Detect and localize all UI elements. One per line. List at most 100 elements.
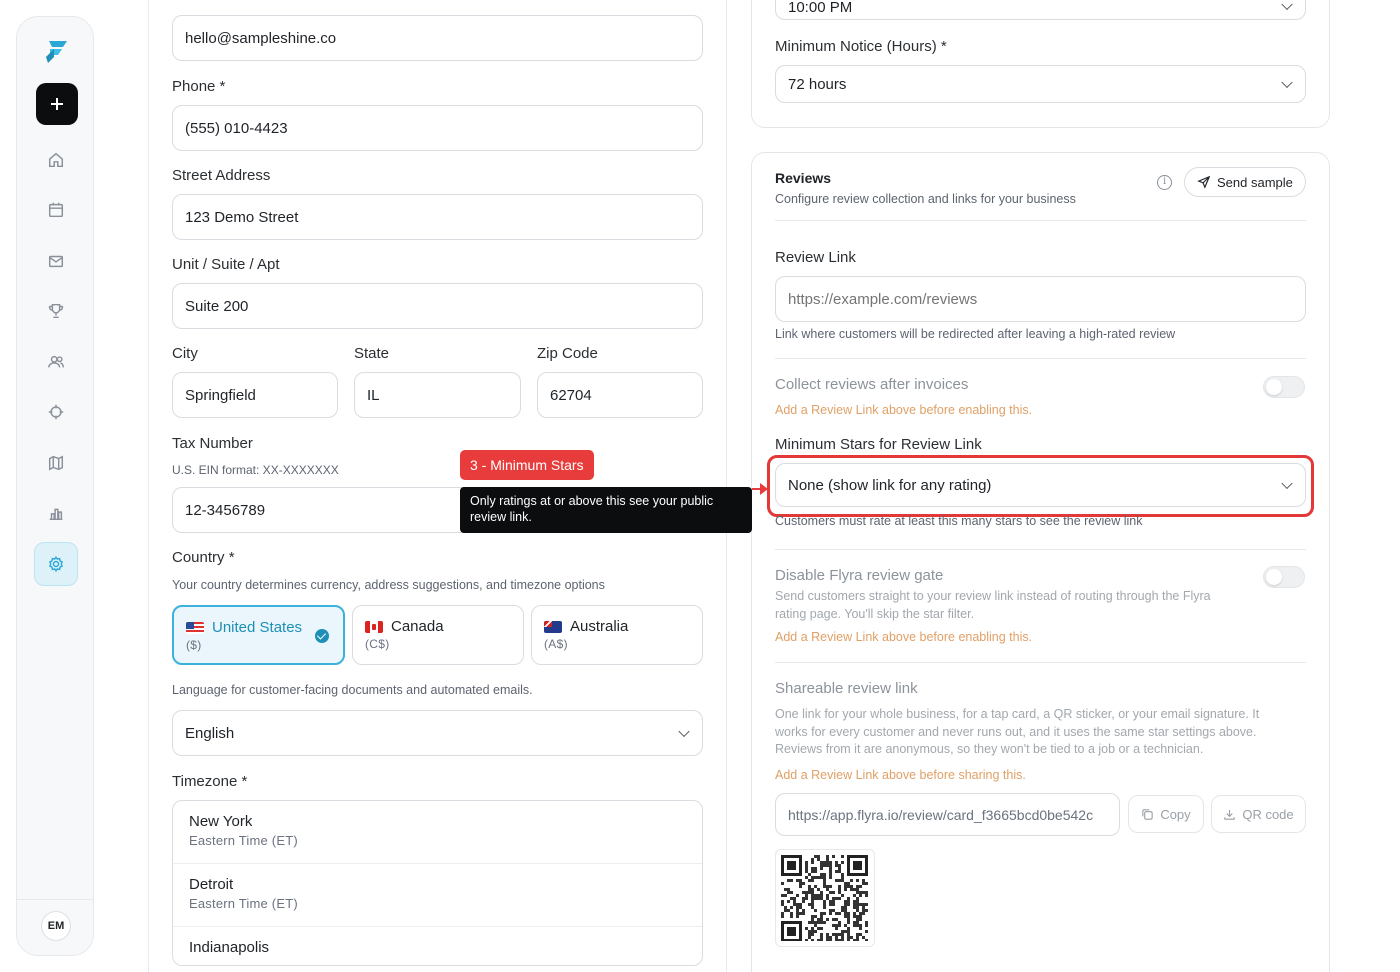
street-field[interactable]: 123 Demo Street — [172, 194, 703, 240]
crosshair-icon — [48, 404, 64, 420]
phone-field[interactable]: (555) 010-4423 — [172, 105, 703, 151]
shareable-link-label: Shareable review link — [775, 680, 918, 697]
min-stars-label: Minimum Stars for Review Link — [775, 436, 982, 453]
divider — [775, 549, 1306, 550]
country-name: United States — [212, 619, 303, 636]
disable-gate-label: Disable Flyra review gate — [775, 567, 944, 584]
collect-reviews-label: Collect reviews after invoices — [775, 376, 969, 393]
send-sample-button[interactable]: Send sample — [1184, 167, 1306, 197]
download-icon — [1224, 809, 1236, 820]
country-option-canada[interactable]: Canada (C$) — [352, 605, 524, 665]
divider — [775, 358, 1306, 359]
qr-code-label: QR code — [1242, 806, 1294, 822]
nav-target[interactable] — [37, 393, 75, 431]
min-stars-hint: Customers must rate at least this many s… — [775, 514, 1143, 528]
tooltip: Only ratings at or above this see your p… — [460, 487, 752, 533]
nav-map[interactable] — [37, 444, 75, 482]
reviews-title: Reviews — [775, 170, 832, 186]
chevron-down-icon — [1281, 0, 1293, 10]
sidebar-divider — [17, 899, 93, 900]
disable-gate-warning: Add a Review Link above before enabling … — [775, 630, 1033, 644]
nav-settings[interactable] — [34, 542, 78, 586]
nav-users[interactable] — [37, 343, 75, 381]
nav-reports[interactable] — [37, 494, 75, 532]
country-name: Australia — [570, 618, 629, 635]
city-field[interactable]: Springfield — [172, 372, 338, 418]
nav-home[interactable] — [37, 141, 75, 179]
min-notice-select[interactable]: 72 hours — [775, 65, 1306, 103]
copy-icon — [1142, 808, 1154, 820]
unit-label: Unit / Suite / Apt — [172, 256, 280, 273]
qr-code-button[interactable]: QR code — [1211, 795, 1306, 833]
language-value: English — [185, 724, 235, 742]
country-currency: (A$) — [544, 637, 568, 651]
chevron-down-icon — [678, 725, 690, 738]
disable-gate-description: Send customers straight to your review l… — [775, 589, 1211, 621]
avatar[interactable]: EM — [41, 911, 71, 941]
state-field[interactable]: IL — [354, 372, 521, 418]
zip-field[interactable]: 62704 — [537, 372, 703, 418]
users-icon — [48, 355, 64, 368]
tax-label: Tax Number — [172, 435, 253, 452]
divider — [775, 220, 1306, 221]
min-notice-value: 72 hours — [788, 75, 847, 93]
zip-label: Zip Code — [537, 345, 598, 362]
language-select[interactable]: English — [172, 710, 703, 756]
nav-calendar[interactable] — [37, 191, 75, 229]
collect-reviews-warning: Add a Review Link above before enabling … — [775, 403, 1033, 417]
timezone-zone: Eastern Time (ET) — [189, 896, 298, 911]
street-label: Street Address — [172, 167, 271, 184]
timezone-option[interactable]: Indianapolis — [173, 927, 702, 965]
min-notice-label: Minimum Notice (Hours) * — [775, 38, 947, 55]
mail-icon — [48, 255, 64, 268]
timezone-option[interactable]: New York Eastern Time (ET) — [173, 801, 702, 864]
timezone-city: New York — [189, 813, 253, 830]
timezone-list[interactable]: New York Eastern Time (ET) Detroit Easte… — [172, 800, 703, 966]
country-currency: ($) — [186, 638, 202, 652]
end-time-value: 10:00 PM — [788, 0, 853, 16]
highlight-box — [767, 455, 1314, 517]
shareable-link-warning: Add a Review Link above before sharing t… — [775, 768, 1026, 782]
tax-hint: U.S. EIN format: XX-XXXXXXX — [172, 463, 339, 477]
new-button[interactable] — [36, 83, 78, 125]
timezone-zone: Eastern Time (ET) — [189, 833, 298, 848]
nav-trophy[interactable] — [37, 292, 75, 330]
country-option-united-states[interactable]: United States ($) — [172, 605, 345, 665]
copy-button[interactable]: Copy — [1128, 795, 1204, 833]
disable-gate-toggle[interactable] — [1263, 566, 1305, 588]
australia-flag-icon — [544, 620, 562, 633]
end-time-select[interactable]: 10:00 PM — [775, 0, 1306, 20]
nav-mail[interactable] — [37, 242, 75, 280]
divider — [775, 662, 1306, 663]
collect-reviews-toggle[interactable] — [1263, 376, 1305, 398]
unit-field[interactable]: Suite 200 — [172, 283, 703, 329]
canada-flag-icon — [365, 620, 383, 633]
timezone-label: Timezone * — [172, 773, 248, 790]
sidebar: EM — [16, 16, 94, 956]
review-link-hint: Link where customers will be redirected … — [775, 327, 1176, 341]
review-link-label: Review Link — [775, 249, 856, 266]
tooltip-arrow-head — [760, 483, 768, 495]
check-icon — [315, 629, 329, 643]
flyra-logo[interactable] — [41, 35, 71, 65]
country-option-australia[interactable]: Australia (A$) — [531, 605, 703, 665]
calendar-icon — [48, 202, 64, 218]
state-label: State — [354, 345, 390, 362]
us-flag-icon — [186, 621, 204, 634]
plus-icon — [51, 98, 63, 110]
chevron-down-icon — [1281, 76, 1293, 89]
review-link-input[interactable] — [775, 276, 1306, 322]
country-name: Canada — [391, 618, 444, 635]
timezone-city: Indianapolis — [189, 939, 270, 956]
language-hint: Language for customer-facing documents a… — [172, 683, 533, 697]
email-field[interactable]: hello@sampleshine.co — [172, 15, 703, 61]
copy-label: Copy — [1160, 806, 1191, 822]
timezone-option[interactable]: Detroit Eastern Time (ET) — [173, 864, 702, 927]
send-sample-label: Send sample — [1217, 174, 1293, 190]
info-icon[interactable] — [1157, 175, 1172, 190]
qr-code-icon — [781, 855, 868, 942]
country-currency: (C$) — [365, 637, 390, 651]
shareable-url-field[interactable]: https://app.flyra.io/review/card_f3665bc… — [775, 793, 1120, 836]
city-label: City — [172, 345, 198, 362]
send-icon — [1197, 175, 1211, 189]
